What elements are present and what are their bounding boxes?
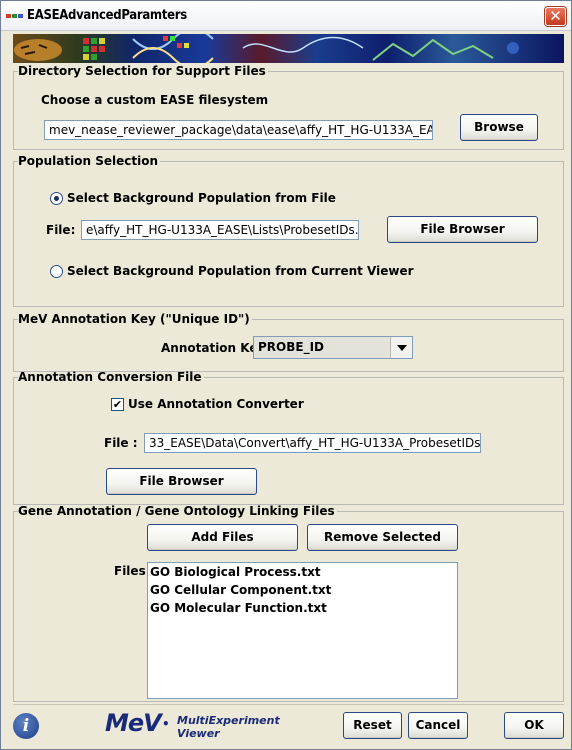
remove-selected-button[interactable]: Remove Selected (307, 524, 458, 551)
population-file-field[interactable]: e\affy_HT_HG-U133A_EASE\Lists\ProbesetID… (81, 220, 359, 240)
population-file-browser-button[interactable]: File Browser (387, 216, 538, 243)
list-item[interactable]: GO Biological Process.txt (148, 563, 457, 581)
mev-logo-subtitle: MultiExperiment Viewer (177, 714, 280, 740)
population-from-viewer-radio[interactable] (50, 265, 63, 278)
add-files-button[interactable]: Add Files (147, 524, 298, 551)
browse-button[interactable]: Browse (460, 114, 538, 141)
population-from-viewer-label[interactable]: Select Background Population from Curren… (67, 264, 414, 278)
list-item[interactable]: GO Molecular Function.txt (148, 599, 457, 617)
conversion-file-label: File : (104, 436, 138, 450)
linking-files-list[interactable]: GO Biological Process.txt GO Cellular Co… (147, 562, 458, 699)
linking-files-legend: Gene Annotation / Gene Ontology Linking … (18, 504, 335, 518)
mev-logo-subtitle-line1: MultiExperiment (177, 714, 280, 727)
cancel-button[interactable]: Cancel (408, 712, 468, 739)
conversion-file-browser-button[interactable]: File Browser (106, 468, 257, 495)
directory-selection-legend: Directory Selection for Support Files (18, 64, 266, 78)
population-from-file-radio[interactable] (50, 192, 63, 205)
radio-selected-dot (54, 196, 59, 201)
files-label: Files: (114, 564, 151, 578)
footer-divider (13, 704, 564, 705)
banner-image (13, 34, 564, 63)
title-bar[interactable]: EASEAdvancedParamters ✕ (1, 1, 571, 31)
custom-filesystem-prompt: Choose a custom EASE filesystem (41, 93, 269, 107)
info-icon[interactable]: i (13, 713, 39, 739)
mev-logo-dot: • (162, 717, 170, 731)
reset-button[interactable]: Reset (343, 712, 402, 739)
ease-filesystem-path-field[interactable]: mev_nease_reviewer_package\data\ease\aff… (44, 120, 433, 140)
easeadvancedparameters-dialog: EASEAdvancedParamters ✕ Directory Select… (0, 0, 572, 750)
annotation-conversion-legend: Annotation Conversion File (18, 370, 202, 384)
close-button[interactable]: ✕ (545, 7, 566, 26)
chevron-down-icon[interactable] (390, 337, 412, 358)
annotation-key-selected-value: PROBE_ID (258, 340, 325, 354)
mev-logo-subtitle-line2: Viewer (177, 727, 220, 740)
use-annotation-converter-label[interactable]: Use Annotation Converter (128, 397, 304, 411)
conversion-file-field[interactable]: 33_EASE\Data\Convert\affy_HT_HG-U133A_Pr… (144, 433, 481, 453)
ok-button[interactable]: OK (504, 712, 564, 739)
list-item[interactable]: GO Cellular Component.txt (148, 581, 457, 599)
annotation-key-legend: MeV Annotation Key ("Unique ID") (18, 312, 250, 326)
population-file-label: File: (46, 223, 76, 237)
annotation-key-dropdown[interactable]: PROBE_ID (253, 336, 413, 359)
mev-logo: MeV (105, 709, 162, 737)
app-icon (6, 7, 24, 18)
population-selection-legend: Population Selection (18, 154, 158, 168)
use-annotation-converter-checkbox[interactable]: ✔ (111, 398, 124, 411)
window-title: EASEAdvancedParamters (27, 8, 187, 23)
population-from-file-label[interactable]: Select Background Population from File (67, 191, 336, 205)
